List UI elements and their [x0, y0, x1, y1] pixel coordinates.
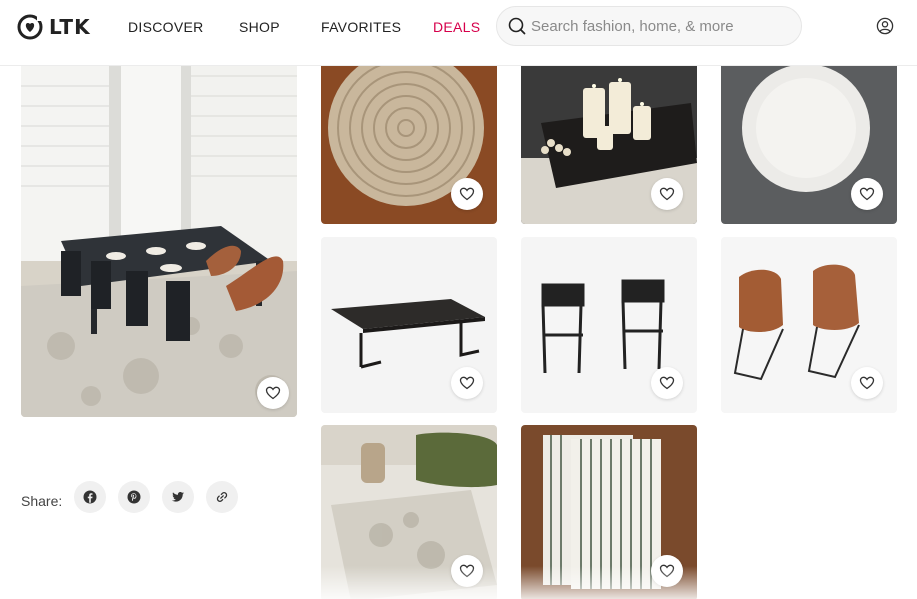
heart-icon	[459, 187, 475, 201]
favorite-button[interactable]	[651, 555, 683, 587]
product-card[interactable]	[721, 48, 897, 224]
share-twitter-button[interactable]	[162, 481, 194, 513]
product-card[interactable]	[521, 48, 697, 224]
heart-icon	[659, 564, 675, 578]
favorite-button[interactable]	[651, 178, 683, 210]
heart-icon	[859, 376, 875, 390]
favorite-button[interactable]	[651, 367, 683, 399]
product-card[interactable]	[721, 237, 897, 413]
dining-room-photo	[21, 46, 297, 417]
link-icon	[216, 492, 228, 502]
product-card[interactable]	[321, 425, 497, 599]
search-icon	[508, 17, 526, 35]
nav-discover[interactable]: DISCOVER	[128, 19, 204, 35]
favorite-button[interactable]	[851, 367, 883, 399]
favorite-button[interactable]	[451, 367, 483, 399]
account-icon[interactable]	[876, 17, 894, 35]
favorite-button[interactable]	[451, 555, 483, 587]
ltk-logo[interactable]: LTK	[17, 14, 91, 40]
favorite-button[interactable]	[451, 178, 483, 210]
search-bar[interactable]	[496, 6, 802, 46]
share-label: Share:	[21, 493, 63, 509]
favorite-button[interactable]	[851, 178, 883, 210]
heart-icon	[265, 386, 281, 400]
nav-shop[interactable]: SHOP	[239, 19, 280, 35]
heart-icon	[659, 187, 675, 201]
share-link-button[interactable]	[206, 481, 238, 513]
heart-icon	[459, 376, 475, 390]
share-pinterest-button[interactable]	[118, 481, 150, 513]
favorite-button[interactable]	[257, 377, 289, 409]
facebook-icon	[83, 490, 97, 504]
product-card[interactable]	[521, 425, 697, 599]
product-card[interactable]	[321, 237, 497, 413]
hero-image[interactable]	[21, 46, 297, 417]
ltk-logo-icon	[17, 14, 43, 40]
nav-favorites[interactable]: FAVORITES	[321, 19, 401, 35]
nav-deals[interactable]: DEALS	[433, 19, 480, 35]
page: LTK DISCOVER SHOP FAVORITES DEALS Search…	[0, 0, 917, 599]
heart-icon	[859, 187, 875, 201]
share-facebook-button[interactable]	[74, 481, 106, 513]
pinterest-icon	[127, 490, 141, 504]
heart-icon	[659, 376, 675, 390]
heart-icon	[459, 564, 475, 578]
twitter-icon	[172, 492, 184, 502]
product-card[interactable]	[521, 237, 697, 413]
logo-text: LTK	[49, 15, 91, 39]
product-card[interactable]	[321, 48, 497, 224]
top-header: LTK DISCOVER SHOP FAVORITES DEALS	[0, 0, 917, 66]
search-input[interactable]	[531, 7, 793, 45]
